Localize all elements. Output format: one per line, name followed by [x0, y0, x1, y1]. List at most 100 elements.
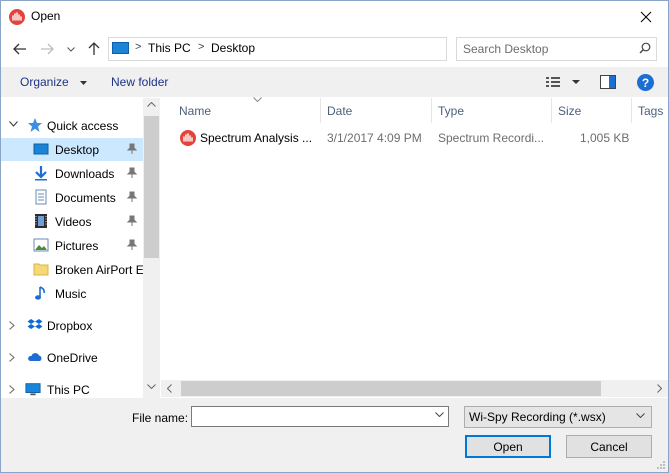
column-header-type[interactable]: Type — [432, 98, 552, 123]
chevron-down-icon[interactable] — [9, 121, 18, 127]
forward-arrow-icon — [41, 43, 54, 55]
chevron-right-icon[interactable] — [9, 385, 15, 394]
nav-onedrive[interactable]: OneDrive — [1, 346, 143, 369]
breadcrumb-desktop[interactable]: Desktop — [211, 41, 255, 55]
nav-item-music[interactable]: Music — [1, 282, 143, 305]
videos-icon — [35, 214, 47, 228]
nav-label: Downloads — [55, 166, 115, 181]
new-folder-button[interactable]: New folder — [111, 75, 168, 89]
chevron-right-icon[interactable] — [9, 353, 15, 362]
nav-label: Pictures — [55, 238, 99, 253]
desktop-icon — [33, 143, 49, 155]
file-type: Spectrum Recordi... — [438, 131, 545, 145]
title-bar: Open — [1, 1, 668, 32]
back-button[interactable] — [11, 40, 29, 58]
scroll-left-icon[interactable] — [167, 384, 172, 393]
music-note-icon — [35, 286, 45, 300]
search-box[interactable] — [456, 37, 657, 61]
search-input[interactable] — [463, 40, 633, 57]
close-button[interactable] — [624, 1, 668, 32]
scroll-right-icon[interactable] — [657, 384, 662, 393]
sort-caret-icon — [253, 97, 262, 102]
column-label: Tags — [638, 103, 664, 118]
chevron-down-icon — [67, 46, 75, 52]
forward-button[interactable] — [38, 40, 56, 58]
documents-icon — [35, 189, 47, 205]
open-button[interactable]: Open — [465, 435, 551, 458]
organize-label: Organize — [20, 75, 69, 89]
star-icon — [28, 118, 42, 132]
folder-icon — [33, 263, 49, 276]
window-title: Open — [31, 9, 61, 23]
file-type-value: Wi-Spy Recording (*.wsx) — [469, 410, 606, 424]
column-header-date[interactable]: Date — [321, 98, 432, 123]
nav-label: Quick access — [47, 118, 119, 133]
pin-icon — [127, 191, 137, 202]
dropbox-icon — [27, 319, 43, 329]
up-button[interactable] — [85, 40, 103, 58]
column-header-size[interactable]: Size — [552, 98, 632, 123]
nav-quick-access[interactable]: Quick access — [1, 114, 143, 137]
column-label: Name — [179, 103, 212, 118]
breadcrumb-separator[interactable]: > — [135, 41, 141, 53]
dialog-footer: File name: Wi-Spy Recording (*.wsx) Open… — [1, 398, 668, 472]
breadcrumb-separator[interactable]: > — [198, 41, 204, 53]
navigation-pane: Quick access Desktop Downloads Documents… — [1, 98, 161, 398]
nav-label: OneDrive — [47, 350, 98, 365]
scrollbar-thumb[interactable] — [181, 381, 601, 396]
recent-locations-button[interactable] — [65, 40, 77, 58]
change-view-button[interactable] — [545, 74, 585, 90]
nav-item-pictures[interactable]: Pictures — [1, 234, 143, 257]
caret-down-icon — [80, 80, 88, 85]
nav-label: Dropbox — [47, 318, 93, 333]
chevron-down-icon — [636, 413, 645, 418]
file-size: 1,005 KB — [580, 131, 630, 145]
breadcrumb-this-pc[interactable]: This PC — [148, 41, 191, 55]
open-dialog: Open > This PC > Desktop Search Desktop … — [0, 0, 669, 473]
file-list: Name Date Type Size Tags Spectrum Analys… — [161, 97, 668, 380]
nav-item-documents[interactable]: Documents — [1, 186, 143, 209]
nav-item-broken-airport[interactable]: Broken AirPort E — [1, 258, 144, 281]
address-bar[interactable]: > This PC > Desktop — [108, 37, 546, 61]
pictures-icon — [33, 238, 49, 252]
search-icon — [639, 42, 651, 54]
pin-icon — [127, 143, 137, 154]
horizontal-scrollbar[interactable] — [161, 380, 668, 397]
nav-scrollbar[interactable] — [143, 98, 160, 398]
file-row[interactable]: Spectrum Analysis ... 3/1/2017 4:09 PM S… — [161, 128, 668, 148]
nav-label: Documents — [55, 190, 116, 205]
nav-item-downloads[interactable]: Downloads — [1, 162, 143, 185]
address-row: > This PC > Desktop — [1, 33, 668, 63]
nav-label: Desktop — [55, 142, 100, 157]
close-icon — [640, 11, 652, 22]
column-label: Size — [558, 103, 582, 118]
scrollbar-thumb[interactable] — [144, 116, 159, 258]
chevron-down-icon[interactable] — [435, 412, 444, 417]
column-label: Type — [438, 103, 465, 118]
file-name-input[interactable] — [195, 409, 425, 424]
computer-icon — [25, 383, 41, 396]
nav-label: This PC — [47, 382, 90, 397]
preview-pane-icon — [600, 75, 616, 89]
nav-dropbox[interactable]: Dropbox — [1, 314, 143, 337]
column-header-name[interactable]: Name — [173, 97, 321, 123]
nav-this-pc[interactable]: This PC — [1, 378, 143, 398]
file-name-combo[interactable] — [191, 406, 449, 427]
preview-pane-button[interactable] — [600, 75, 616, 89]
organize-button[interactable]: Organize — [20, 75, 88, 89]
nav-label: Broken AirPort E — [55, 262, 144, 277]
cancel-button[interactable]: Cancel — [566, 435, 652, 458]
nav-item-videos[interactable]: Videos — [1, 210, 143, 233]
up-arrow-icon — [88, 42, 100, 55]
scroll-up-icon[interactable] — [147, 102, 156, 107]
scroll-down-icon[interactable] — [147, 384, 156, 389]
nav-item-desktop[interactable]: Desktop — [1, 138, 143, 161]
spectrum-file-icon — [180, 130, 196, 146]
details-view-icon — [546, 77, 580, 87]
column-header-tags[interactable]: Tags — [632, 98, 668, 123]
file-type-select[interactable]: Wi-Spy Recording (*.wsx) — [464, 406, 652, 428]
chevron-right-icon[interactable] — [9, 321, 15, 330]
back-arrow-icon — [13, 43, 26, 55]
resize-grip-icon[interactable] — [656, 460, 666, 470]
help-button[interactable]: ? — [637, 74, 654, 91]
